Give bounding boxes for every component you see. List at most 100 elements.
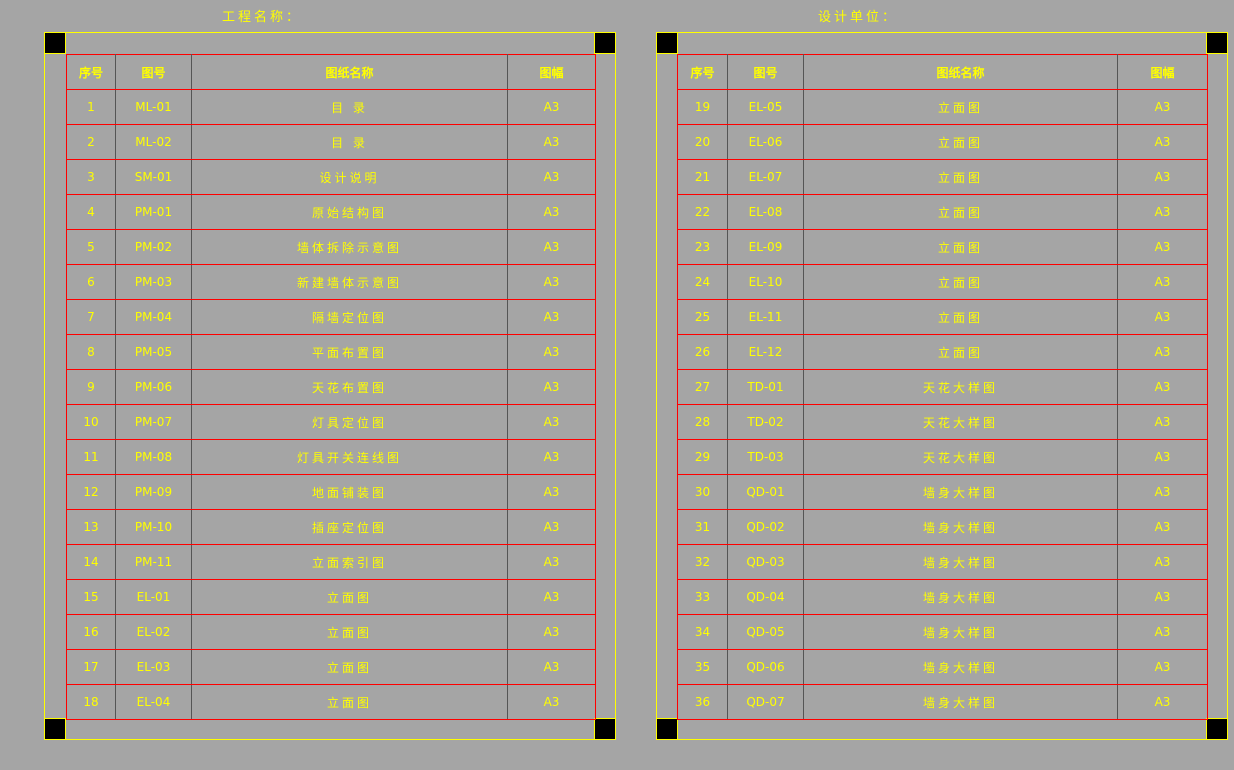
cell-sheet-size: A3 xyxy=(507,229,596,265)
cell-index: 19 xyxy=(677,89,728,125)
cell-drawing-no: TD-03 xyxy=(727,439,804,475)
table-row: 36 QD-07 墙身大样图 A3 xyxy=(677,684,1208,720)
cell-sheet-size: A3 xyxy=(1117,544,1208,580)
cell-sheet-size: A3 xyxy=(1117,264,1208,300)
table-row: 35 QD-06 墙身大样图 A3 xyxy=(677,649,1208,685)
table-row: 33 QD-04 墙身大样图 A3 xyxy=(677,579,1208,615)
cell-drawing-name: 新建墙体示意图 xyxy=(191,264,508,300)
table-row: 13 PM-10 插座定位图 A3 xyxy=(66,509,596,545)
cell-drawing-name: 天花大样图 xyxy=(803,439,1118,475)
cell-drawing-no: QD-03 xyxy=(727,544,804,580)
cell-index: 32 xyxy=(677,544,728,580)
header-row: 序号 图号 图纸名称 图幅 xyxy=(677,54,1208,90)
table-row: 14 PM-11 立面索引图 A3 xyxy=(66,544,596,580)
table-row: 27 TD-01 天花大样图 A3 xyxy=(677,369,1208,405)
cell-index: 12 xyxy=(66,474,116,510)
cell-index: 10 xyxy=(66,404,116,440)
table-row: 34 QD-05 墙身大样图 A3 xyxy=(677,614,1208,650)
cell-sheet-size: A3 xyxy=(1117,334,1208,370)
cell-sheet-size: A3 xyxy=(1117,579,1208,615)
cell-index: 28 xyxy=(677,404,728,440)
cell-sheet-size: A3 xyxy=(1117,194,1208,230)
cell-index: 21 xyxy=(677,159,728,195)
cell-drawing-name: 目 录 xyxy=(191,89,508,125)
cell-sheet-size: A3 xyxy=(1117,124,1208,160)
table-row: 23 EL-09 立面图 A3 xyxy=(677,229,1208,265)
cell-drawing-name: 立面图 xyxy=(191,649,508,685)
cell-drawing-no: QD-02 xyxy=(727,509,804,545)
table-row: 6 PM-03 新建墙体示意图 A3 xyxy=(66,264,596,300)
cell-drawing-name: 立面图 xyxy=(803,229,1118,265)
cell-drawing-name: 立面索引图 xyxy=(191,544,508,580)
cell-sheet-size: A3 xyxy=(1117,474,1208,510)
left-drawing-list-table: 序号 图号 图纸名称 图幅 1 ML-01 目 录 A3 2 ML-02 目 录 A3 3 SM-01 设计… xyxy=(66,54,596,720)
table-row: 16 EL-02 立面图 A3 xyxy=(66,614,596,650)
corner-mark xyxy=(1206,718,1228,740)
cell-index: 17 xyxy=(66,649,116,685)
cell-drawing-no: QD-05 xyxy=(727,614,804,650)
cell-drawing-no: EL-10 xyxy=(727,264,804,300)
table-row: 7 PM-04 隔墙定位图 A3 xyxy=(66,299,596,335)
table-row: 32 QD-03 墙身大样图 A3 xyxy=(677,544,1208,580)
header-drawing-no: 图号 xyxy=(115,54,192,90)
cell-index: 36 xyxy=(677,684,728,720)
cell-drawing-name: 设计说明 xyxy=(191,159,508,195)
cell-index: 14 xyxy=(66,544,116,580)
cell-drawing-no: SM-01 xyxy=(115,159,192,195)
table-row: 30 QD-01 墙身大样图 A3 xyxy=(677,474,1208,510)
cell-drawing-no: ML-02 xyxy=(115,124,192,160)
cell-drawing-name: 原始结构图 xyxy=(191,194,508,230)
table-row: 25 EL-11 立面图 A3 xyxy=(677,299,1208,335)
header-index: 序号 xyxy=(677,54,728,90)
cell-index: 31 xyxy=(677,509,728,545)
cell-drawing-name: 立面图 xyxy=(803,89,1118,125)
table-row: 4 PM-01 原始结构图 A3 xyxy=(66,194,596,230)
cell-index: 2 xyxy=(66,124,116,160)
table-row: 22 EL-08 立面图 A3 xyxy=(677,194,1208,230)
cell-drawing-name: 立面图 xyxy=(803,194,1118,230)
cell-drawing-name: 插座定位图 xyxy=(191,509,508,545)
cell-sheet-size: A3 xyxy=(507,474,596,510)
table-row: 10 PM-07 灯具定位图 A3 xyxy=(66,404,596,440)
cell-index: 24 xyxy=(677,264,728,300)
cell-index: 33 xyxy=(677,579,728,615)
cell-drawing-no: PM-11 xyxy=(115,544,192,580)
cell-sheet-size: A3 xyxy=(1117,229,1208,265)
cell-index: 35 xyxy=(677,649,728,685)
cell-index: 30 xyxy=(677,474,728,510)
cell-sheet-size: A3 xyxy=(1117,439,1208,475)
cell-sheet-size: A3 xyxy=(1117,614,1208,650)
cell-drawing-no: EL-06 xyxy=(727,124,804,160)
cell-drawing-name: 墙身大样图 xyxy=(803,579,1118,615)
cell-drawing-name: 目 录 xyxy=(191,124,508,160)
cell-drawing-name: 天花布置图 xyxy=(191,369,508,405)
cell-drawing-name: 天花大样图 xyxy=(803,369,1118,405)
cell-drawing-no: QD-06 xyxy=(727,649,804,685)
cell-sheet-size: A3 xyxy=(507,509,596,545)
cell-sheet-size: A3 xyxy=(1117,89,1208,125)
cell-drawing-no: EL-12 xyxy=(727,334,804,370)
right-drawing-list-table: 序号 图号 图纸名称 图幅 19 EL-05 立面图 A3 20 EL-06 立面图 A3 21 EL-0… xyxy=(677,54,1208,720)
cell-drawing-no: QD-07 xyxy=(727,684,804,720)
cell-sheet-size: A3 xyxy=(507,334,596,370)
cell-drawing-no: PM-09 xyxy=(115,474,192,510)
cell-drawing-name: 立面图 xyxy=(191,684,508,720)
cell-drawing-no: PM-07 xyxy=(115,404,192,440)
cell-index: 11 xyxy=(66,439,116,475)
cell-sheet-size: A3 xyxy=(1117,649,1208,685)
cell-sheet-size: A3 xyxy=(1117,404,1208,440)
cell-sheet-size: A3 xyxy=(507,439,596,475)
cell-drawing-no: PM-04 xyxy=(115,299,192,335)
corner-mark xyxy=(656,718,678,740)
cell-drawing-name: 墙身大样图 xyxy=(803,509,1118,545)
cell-index: 16 xyxy=(66,614,116,650)
cell-sheet-size: A3 xyxy=(507,264,596,300)
cell-drawing-no: PM-03 xyxy=(115,264,192,300)
cell-drawing-no: EL-03 xyxy=(115,649,192,685)
table-row: 12 PM-09 地面铺装图 A3 xyxy=(66,474,596,510)
cell-drawing-name: 立面图 xyxy=(191,614,508,650)
cell-drawing-no: PM-10 xyxy=(115,509,192,545)
cell-drawing-no: EL-09 xyxy=(727,229,804,265)
cell-sheet-size: A3 xyxy=(507,579,596,615)
cell-drawing-no: QD-01 xyxy=(727,474,804,510)
